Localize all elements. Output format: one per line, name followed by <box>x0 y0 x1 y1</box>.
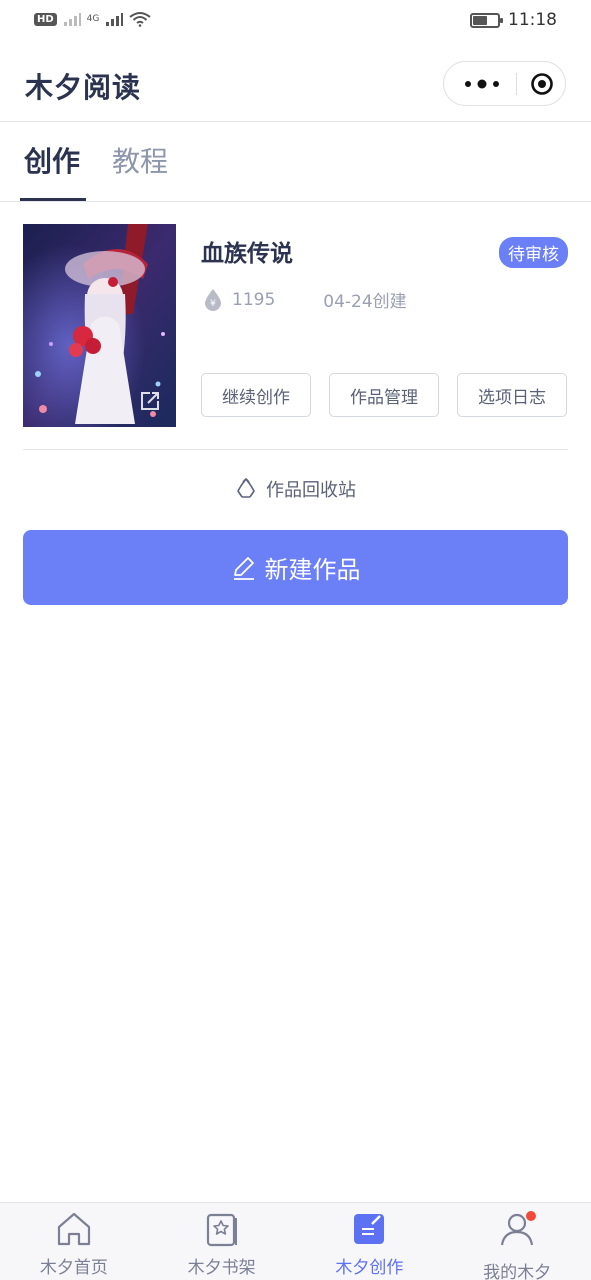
tab-create[interactable]: 创作 <box>24 140 80 180</box>
tab-profile[interactable]: 我的木夕 <box>443 1203 591 1280</box>
tab-home[interactable]: 木夕首页 <box>0 1203 148 1280</box>
work-card: 血族传说 待审核 ¥ 1195 04-24创建 继续创作 作品管理 选项日志 <box>23 224 568 450</box>
svg-text:¥: ¥ <box>210 299 216 309</box>
tab-profile-label: 我的木夕 <box>483 1263 552 1280</box>
capsule-divider <box>516 73 517 95</box>
page-title: 木夕阅读 <box>25 71 142 104</box>
recycle-icon <box>237 478 255 498</box>
recycle-bin-link[interactable]: 作品回收站 <box>0 474 591 504</box>
signal-icon <box>106 13 124 26</box>
network-indicators: HD 4G <box>34 11 151 27</box>
wifi-icon <box>129 12 151 27</box>
new-work-button[interactable]: 新建作品 <box>23 530 568 605</box>
work-meta: ¥ 1195 04-24创建 <box>203 287 407 312</box>
tab-active-indicator <box>20 198 86 201</box>
network-gen-label: 4G <box>86 14 100 24</box>
create-icon <box>354 1214 385 1244</box>
tab-create-label: 木夕创作 <box>335 1258 404 1278</box>
manage-work-button[interactable]: 作品管理 <box>329 373 439 417</box>
recycle-bin-label: 作品回收站 <box>266 480 356 501</box>
close-miniprogram-icon[interactable] <box>530 72 554 96</box>
tab-create-nav[interactable]: 木夕创作 <box>296 1203 444 1280</box>
work-created-date: 04-24创建 <box>323 292 407 312</box>
tab-bookshelf[interactable]: 木夕书架 <box>148 1203 296 1280</box>
clock: 11:18 <box>508 10 557 30</box>
bookshelf-icon <box>206 1213 237 1247</box>
pencil-icon <box>233 556 254 580</box>
home-icon <box>57 1212 90 1246</box>
tab-home-label: 木夕首页 <box>39 1258 108 1278</box>
signal-icon <box>63 13 81 26</box>
status-badge: 待审核 <box>499 237 568 268</box>
work-cover[interactable] <box>23 224 176 427</box>
more-icon[interactable] <box>464 77 500 91</box>
tab-bar: 创作 教程 <box>0 122 591 202</box>
share-icon[interactable] <box>139 390 161 412</box>
bottom-tab-bar: 木夕首页 木夕书架 木夕创作 我的木夕 <box>0 1202 591 1280</box>
tab-tutorial[interactable]: 教程 <box>112 140 168 180</box>
option-log-button[interactable]: 选项日志 <box>457 373 567 417</box>
drop-coin-icon: ¥ <box>205 288 221 311</box>
new-work-label: 新建作品 <box>264 556 361 584</box>
work-title[interactable]: 血族传说 <box>201 234 293 268</box>
miniprogram-capsule <box>443 61 566 106</box>
work-count: 1195 <box>232 289 276 310</box>
continue-writing-button[interactable]: 继续创作 <box>201 373 311 417</box>
battery-icon <box>470 12 503 28</box>
status-bar: HD 4G 11:18 <box>0 0 591 44</box>
work-actions: 继续创作 作品管理 选项日志 <box>201 373 567 417</box>
nav-header: 木夕阅读 <box>0 44 591 122</box>
tab-bookshelf-label: 木夕书架 <box>187 1258 256 1278</box>
hd-badge: HD <box>34 12 57 26</box>
